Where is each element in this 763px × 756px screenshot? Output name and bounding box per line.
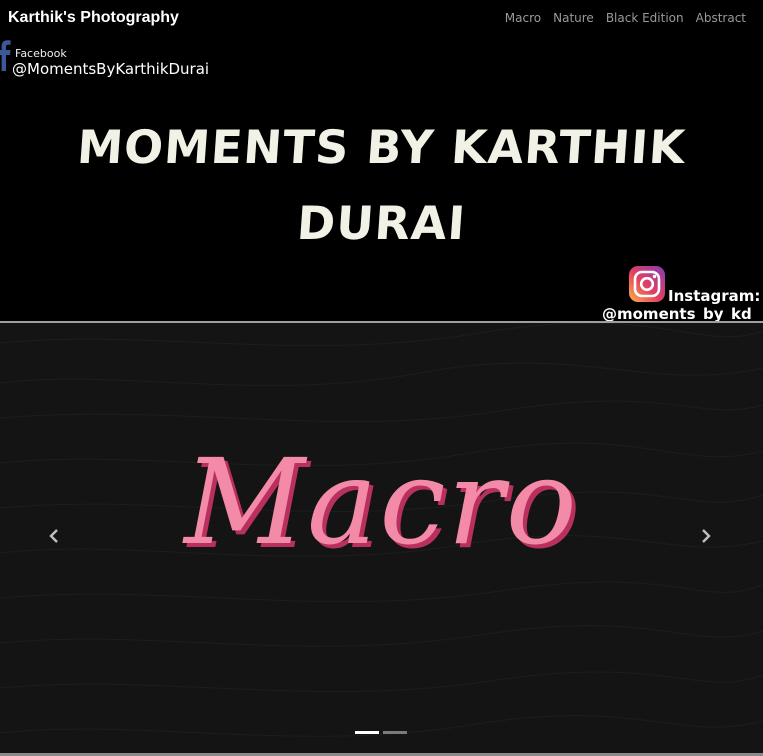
nav-link-nature[interactable]: Nature [553,11,594,25]
nav-link-abstract[interactable]: Abstract [696,11,746,25]
instagram-icon[interactable] [628,265,666,303]
carousel-next-button[interactable] [686,523,726,553]
chevron-right-icon [702,529,711,543]
hero-banner: Facebook @MomentsByKarthikDurai MOMENTS … [0,0,763,322]
facebook-handle[interactable]: @MomentsByKarthikDurai [12,60,209,78]
carousel-indicator-1[interactable] [355,731,379,734]
slide-title: Macro [184,433,579,571]
facebook-icon[interactable] [0,37,11,71]
carousel-prev-button[interactable] [34,523,74,553]
navbar-brand[interactable]: Karthik's Photography [8,9,179,27]
carousel-indicator-2[interactable] [383,731,407,734]
instagram-label: Instagram: [668,287,761,305]
facebook-label: Facebook [15,47,67,60]
instagram-handle[interactable]: @moments_by_kd [602,305,752,322]
hero-title-line2: DURAI [295,196,468,250]
carousel: Macro [0,323,763,756]
chevron-left-icon [49,529,58,543]
nav-links: Macro Nature Black Edition Abstract [505,11,746,25]
hero-title-line1: MOMENTS BY KARTHIK [75,120,688,174]
nav-link-black-edition[interactable]: Black Edition [606,11,684,25]
nav-link-macro[interactable]: Macro [505,11,541,25]
carousel-indicators [355,731,407,734]
navbar: Karthik's Photography Macro Nature Black… [0,0,763,36]
